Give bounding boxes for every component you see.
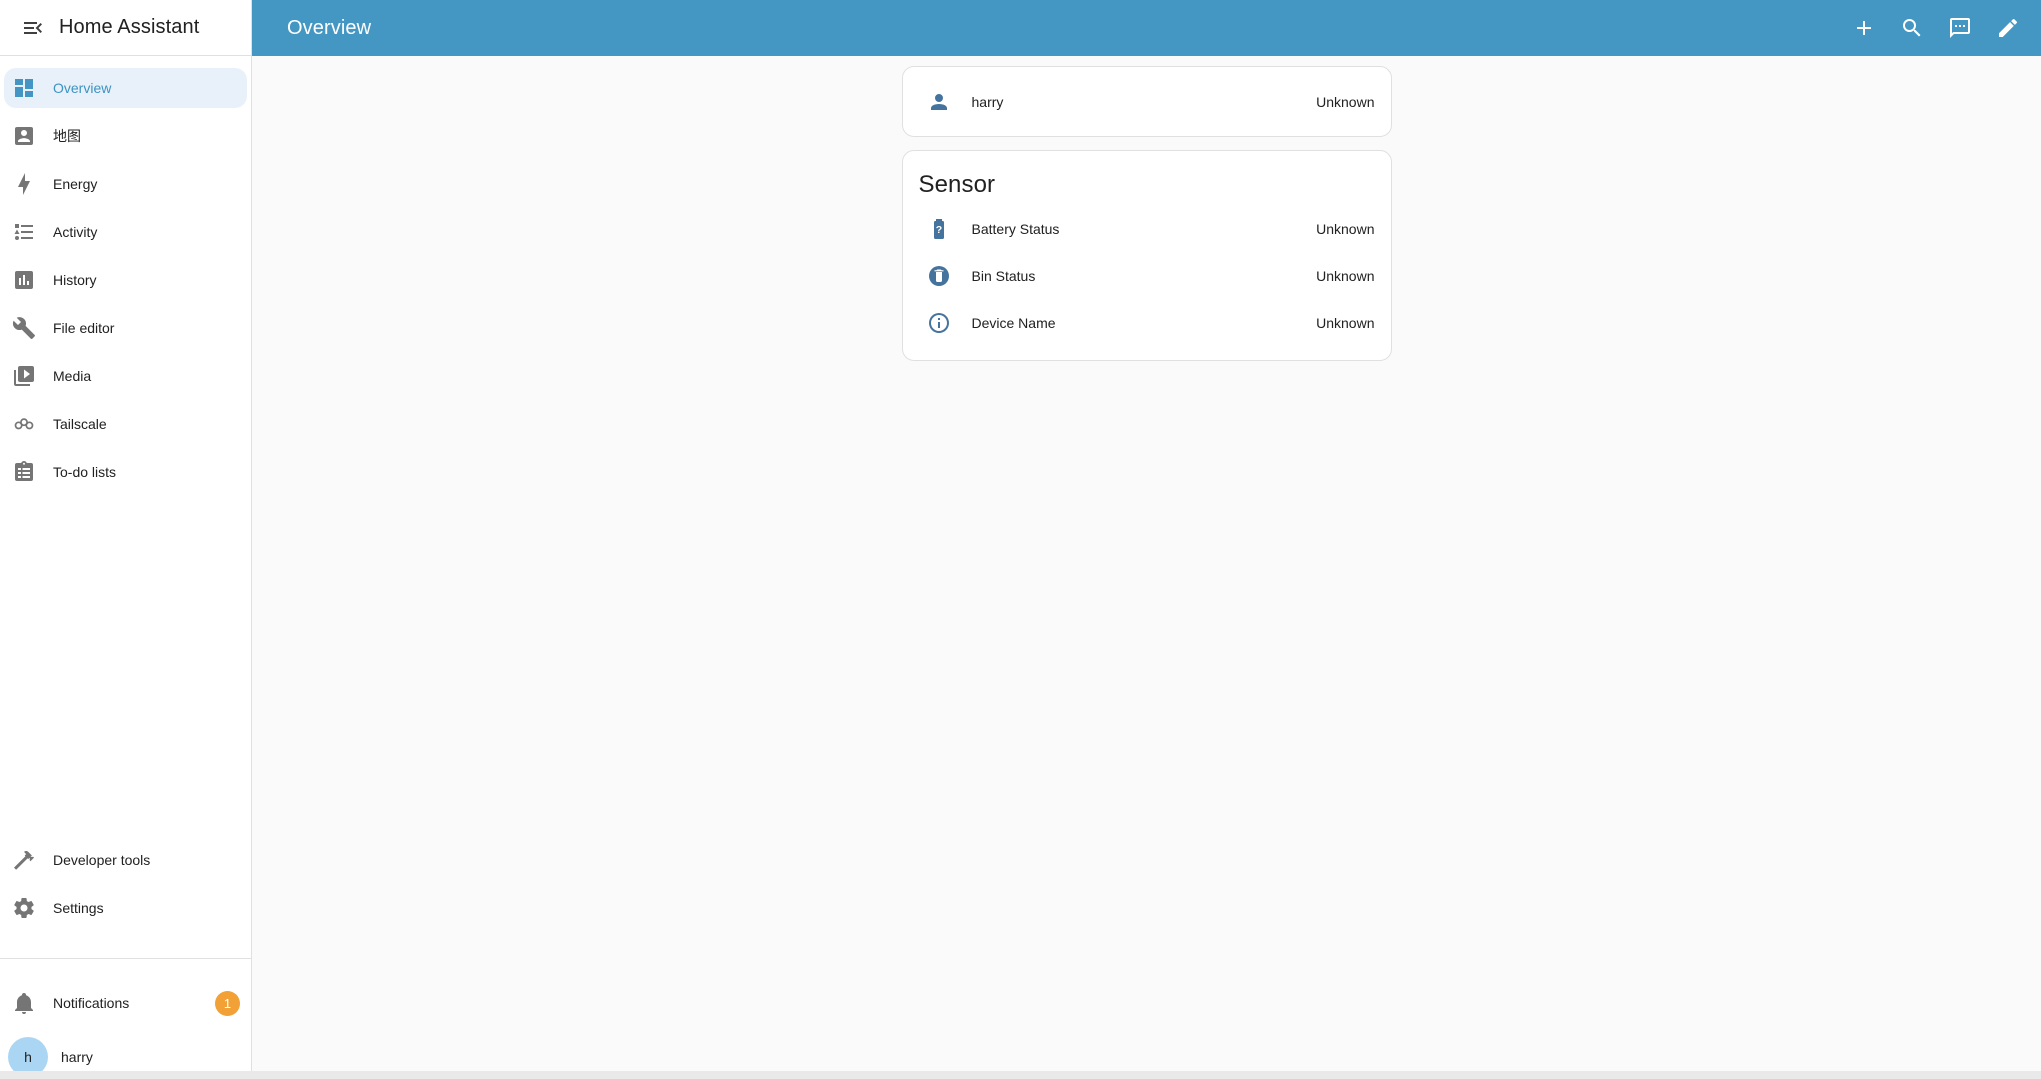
svg-text:?: ? [935, 224, 941, 236]
entity-state[interactable]: Unknown [1316, 315, 1374, 331]
menu-toggle-button[interactable] [13, 8, 53, 48]
lightning-bolt-icon [18, 173, 30, 195]
notifications-section: Notifications 1 [0, 959, 251, 1031]
app-title: Home Assistant [59, 16, 200, 38]
clipboard-list-icon [15, 461, 33, 481]
sidebar-item-label: Developer tools [53, 852, 151, 868]
user-name: harry [61, 1049, 93, 1065]
information-outline-icon [928, 312, 949, 333]
sidebar-item-energy[interactable]: Energy [4, 164, 247, 204]
person-card: harry Unknown [901, 66, 1392, 137]
sidebar-item-map[interactable]: 地图 [4, 116, 247, 156]
pencil-icon [1999, 18, 2018, 37]
entity-rows: harry Unknown [903, 67, 1391, 136]
home-assistant-app: Home Assistant Overview 地图 Energy Activity H… [0, 0, 2041, 1079]
entity-state[interactable]: Unknown [1316, 268, 1374, 284]
person-icon [930, 93, 947, 110]
sidebar-item-label: Media [53, 368, 92, 384]
account-box-icon [15, 127, 33, 145]
menu-open-icon [24, 21, 42, 34]
sidebar-header: Home Assistant [0, 0, 251, 56]
sidebar-item-label: Energy [53, 176, 98, 192]
assist-chat-icon [1950, 18, 1970, 38]
header-actions [1840, 4, 2032, 52]
sidebar-item-notifications[interactable]: Notifications 1 [4, 983, 247, 1023]
sensor-card: Sensor ? Battery Status Unknown Bin Status U… [901, 150, 1392, 361]
sidebar-item-todo-lists[interactable]: To-do lists [4, 452, 247, 492]
entity-name: Device Name [971, 314, 1056, 331]
sidebar-item-developer-tools[interactable]: Developer tools [4, 840, 247, 880]
sidebar: Home Assistant Overview 地图 Energy Activity H… [0, 0, 252, 1079]
sidebar-item-label: Tailscale [53, 416, 107, 432]
page-title: Overview [287, 16, 372, 39]
sidebar-item-settings[interactable]: Settings [4, 888, 247, 928]
sidebar-item-label: File editor [53, 320, 115, 336]
entity-icon-badge[interactable]: ? [919, 209, 959, 249]
sidebar-item-label: To-do lists [53, 464, 117, 480]
entity-rows: ? Battery Status Unknown Bin Status Unknown D… [903, 199, 1391, 360]
hammer-icon [14, 850, 34, 870]
delete-circle-icon [928, 265, 949, 286]
entity-icon-badge[interactable] [919, 303, 959, 343]
plus-icon [1857, 21, 1871, 35]
app-header: Overview [252, 0, 2041, 56]
search-button[interactable] [1888, 4, 1936, 52]
entity-state[interactable]: Unknown [1316, 94, 1374, 110]
entity-name: Battery Status [971, 220, 1060, 237]
notification-count-badge: 1 [215, 990, 240, 1016]
main-area: Overview harry Unknown Sensor ? Battery … [252, 0, 2041, 1079]
sidebar-nav: Overview 地图 Energy Activity History File edit… [0, 56, 251, 500]
sidebar-lower-nav: Developer tools Settings [0, 840, 251, 936]
entity-row-bin-status[interactable]: Bin Status Unknown [919, 252, 1375, 299]
list-type-icon [14, 224, 33, 240]
entity-icon-badge[interactable] [919, 82, 959, 122]
bell-icon [12, 991, 36, 1015]
entity-row-device-name[interactable]: Device Name Unknown [919, 299, 1375, 346]
sidebar-item-label: Activity [53, 224, 98, 240]
battery-unknown-icon: ? [933, 218, 944, 239]
horizontal-scrollbar[interactable] [0, 1071, 2041, 1079]
cards-column: harry Unknown Sensor ? Battery Status Unkno… [901, 66, 1392, 361]
sidebar-item-history[interactable]: History [4, 260, 247, 300]
sidebar-item-overview[interactable]: Overview [4, 68, 247, 108]
cog-icon [14, 898, 34, 918]
sidebar-item-media[interactable]: Media [4, 356, 247, 396]
entity-row-harry[interactable]: harry Unknown [919, 81, 1375, 122]
sidebar-item-label: 地图 [53, 128, 81, 144]
add-button[interactable] [1840, 4, 1888, 52]
edit-dashboard-button[interactable] [1984, 4, 2032, 52]
wrench-icon [12, 317, 35, 339]
chart-box-icon [15, 271, 33, 289]
entity-row-battery-status[interactable]: ? Battery Status Unknown [919, 205, 1375, 252]
notifications-label: Notifications [53, 995, 130, 1011]
search-icon [1903, 19, 1921, 37]
entity-state[interactable]: Unknown [1316, 221, 1374, 237]
entity-icon-badge[interactable] [919, 256, 959, 296]
sidebar-item-label: History [53, 272, 97, 288]
sidebar-item-label: Overview [53, 80, 112, 96]
sidebar-item-tailscale[interactable]: Tailscale [4, 404, 247, 444]
entity-name: Bin Status [971, 267, 1036, 284]
tailscale-icon [14, 418, 34, 430]
sidebar-item-file-editor[interactable]: File editor [4, 308, 247, 348]
card-title: Sensor [918, 171, 996, 198]
play-box-multiple-icon [14, 366, 34, 386]
assist-button[interactable] [1936, 4, 1984, 52]
view-dashboard-icon [15, 79, 33, 97]
sidebar-item-activity[interactable]: Activity [4, 212, 247, 252]
sidebar-item-label: Settings [53, 900, 104, 916]
dashboard-view: harry Unknown Sensor ? Battery Status Unkno… [252, 56, 2041, 1079]
entity-name: harry [971, 93, 1004, 110]
